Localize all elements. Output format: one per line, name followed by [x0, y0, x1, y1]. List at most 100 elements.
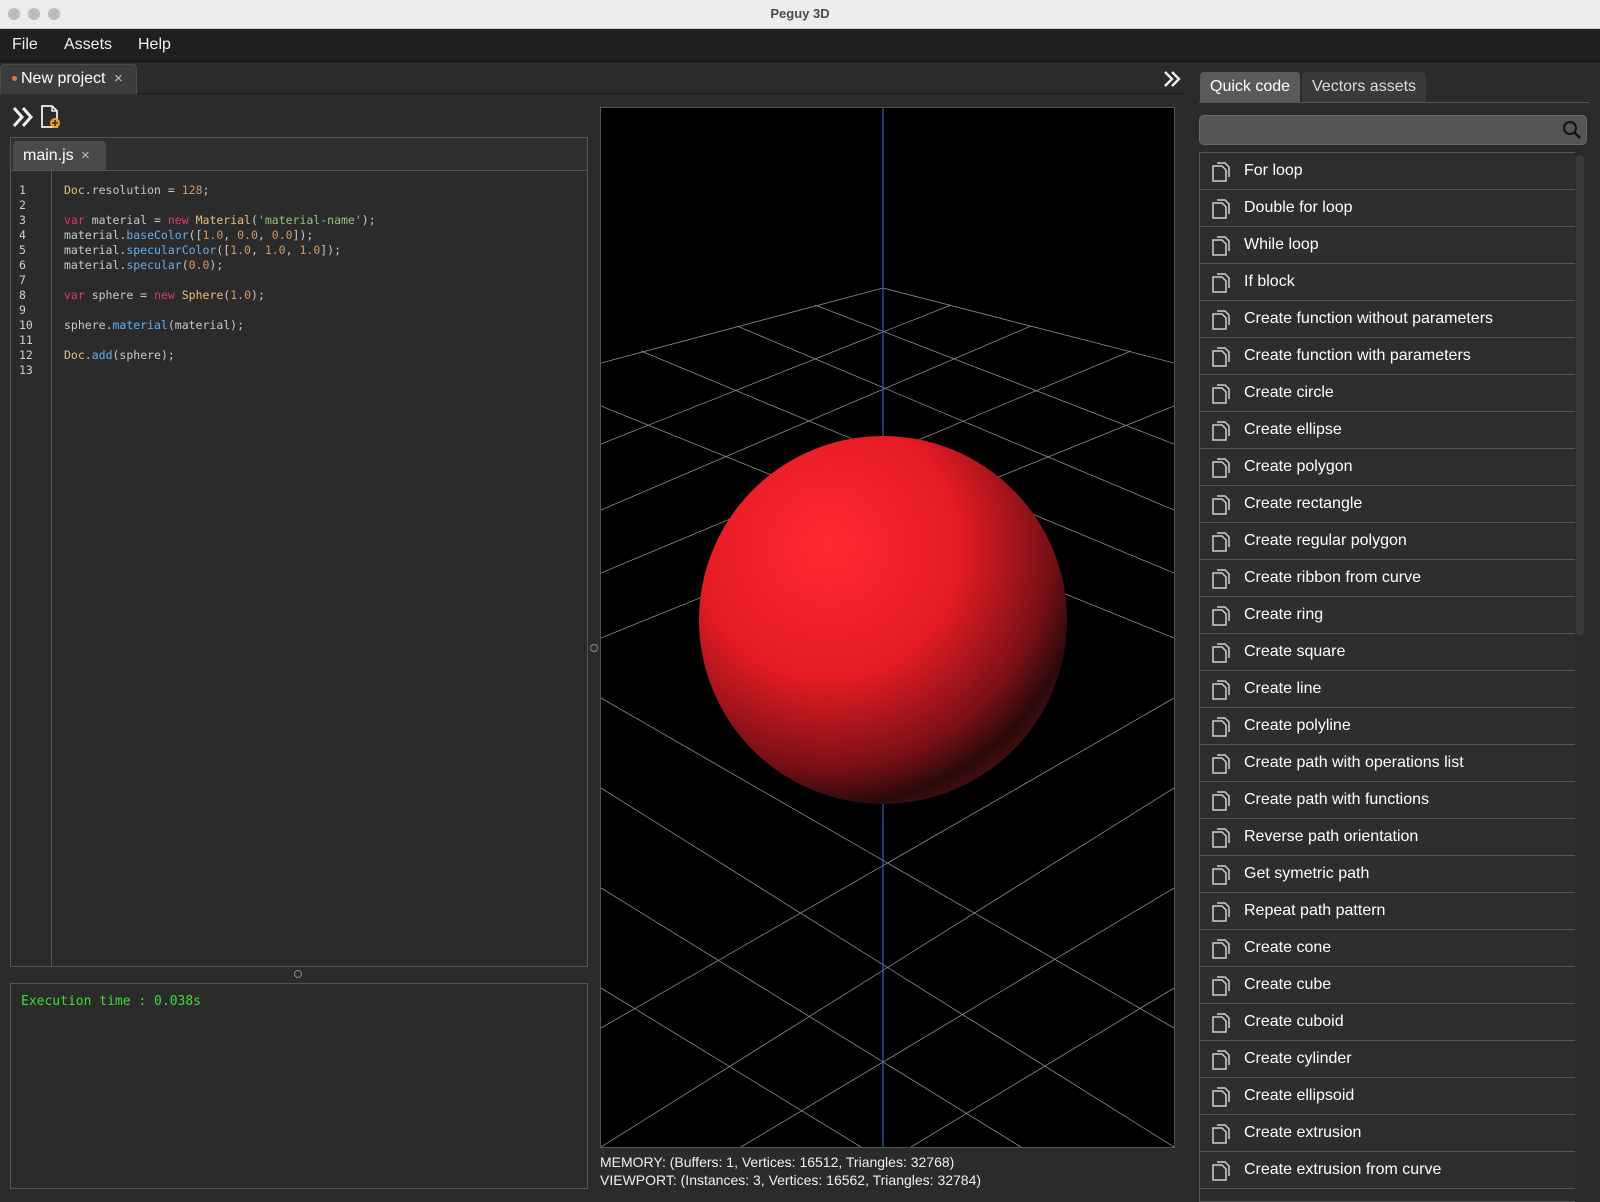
close-file-tab-icon[interactable]: × — [81, 141, 90, 170]
list-item-label: Create cuboid — [1244, 1013, 1344, 1030]
copy-icon — [1212, 421, 1230, 441]
list-item[interactable]: For loop — [1200, 153, 1575, 190]
copy-icon — [1212, 865, 1230, 885]
copy-icon — [1212, 384, 1230, 404]
list-item-label: Create extrusion from curve — [1244, 1161, 1442, 1178]
copy-icon — [1212, 1013, 1230, 1033]
list-item-label: Create cone — [1244, 939, 1332, 956]
list-item-label: Create function without parameters — [1244, 310, 1494, 327]
editor-viewport-splitter[interactable] — [590, 644, 598, 652]
run-icon[interactable] — [10, 104, 36, 130]
list-item-label: Create extrusion — [1244, 1124, 1362, 1141]
list-item[interactable]: Create cylinder — [1200, 1041, 1575, 1078]
tab-vectors-assets[interactable]: Vectors assets — [1302, 72, 1427, 102]
list-item-label: Create circle — [1244, 384, 1334, 401]
list-item-label: Create polyline — [1244, 717, 1351, 734]
list-item[interactable]: Create polyline — [1200, 708, 1575, 745]
tab-quick-code[interactable]: Quick code — [1200, 72, 1301, 102]
list-item[interactable]: Repeat path pattern — [1200, 893, 1575, 930]
snippet-list: For loop Double for loop While loop If b… — [1199, 152, 1575, 1202]
list-item[interactable]: Create ribbon from curve — [1200, 560, 1575, 597]
line-number: 4 — [19, 228, 26, 242]
list-item[interactable]: While loop — [1200, 227, 1575, 264]
list-item[interactable]: Create polygon — [1200, 449, 1575, 486]
list-item-label: Create cylinder — [1244, 1050, 1352, 1067]
list-item-label: Create function with parameters — [1244, 347, 1471, 364]
copy-icon — [1212, 199, 1230, 219]
list-item[interactable]: Create rectangle — [1200, 486, 1575, 523]
list-item-label: Create path with operations list — [1244, 754, 1464, 771]
editor-console-splitter[interactable] — [294, 970, 302, 978]
list-item[interactable]: Create function without parameters — [1200, 301, 1575, 338]
tab-divider — [1199, 102, 1589, 103]
list-item[interactable]: Create path with operations list — [1200, 745, 1575, 782]
copy-icon — [1212, 828, 1230, 848]
list-item-label: Create path with functions — [1244, 791, 1429, 808]
copy-icon — [1212, 1161, 1230, 1181]
list-item-label: Get symetric path — [1244, 865, 1370, 882]
list-item[interactable]: Create cuboid — [1200, 1004, 1575, 1041]
line-number: 7 — [19, 273, 26, 287]
list-item[interactable]: Create ring — [1200, 597, 1575, 634]
copy-icon — [1212, 569, 1230, 589]
menu-help[interactable]: Help — [138, 29, 171, 61]
list-item-label: Create ring — [1244, 606, 1324, 623]
file-tab-label: main.js — [23, 147, 74, 164]
menu-file[interactable]: File — [12, 29, 38, 61]
3d-viewport[interactable] — [600, 107, 1175, 1148]
list-item[interactable]: Create cone — [1200, 930, 1575, 967]
list-item[interactable]: Create extrusion — [1200, 1115, 1575, 1152]
list-item-label: Create rectangle — [1244, 495, 1363, 512]
list-item[interactable]: Create regular polygon — [1200, 523, 1575, 560]
console-output: Execution time : 0.038s — [10, 983, 588, 1189]
snippet-list-scrollbar[interactable] — [1576, 155, 1584, 635]
search-input[interactable] — [1199, 115, 1587, 145]
copy-icon — [1212, 347, 1230, 367]
copy-icon — [1212, 902, 1230, 922]
list-item[interactable]: Create path with functions — [1200, 782, 1575, 819]
menu-assets[interactable]: Assets — [64, 29, 112, 61]
line-number: 9 — [19, 303, 26, 317]
code-editor: main.js × 1 2 3 4 5 6 7 8 9 10 11 12 13 … — [10, 137, 588, 967]
list-item[interactable]: Create ellipse — [1200, 412, 1575, 449]
list-item[interactable]: Create line — [1200, 671, 1575, 708]
code-line-10: sphere.material(material); — [64, 318, 245, 332]
list-item[interactable]: Double for loop — [1200, 190, 1575, 227]
list-item-label: Create regular polygon — [1244, 532, 1407, 549]
list-item-label: Reverse path orientation — [1244, 828, 1419, 845]
copy-icon — [1212, 643, 1230, 663]
list-item[interactable]: Create cube — [1200, 967, 1575, 1004]
list-item-label: If block — [1244, 273, 1295, 290]
line-number: 6 — [19, 258, 26, 272]
tab-main-js[interactable]: main.js × — [13, 141, 106, 170]
tab-label: New project — [21, 70, 106, 87]
list-item-label: Create ellipsoid — [1244, 1087, 1355, 1104]
close-tab-icon[interactable]: × — [114, 65, 123, 92]
line-number: 11 — [19, 333, 33, 347]
copy-icon — [1212, 458, 1230, 478]
list-item[interactable]: Create ellipsoid — [1200, 1078, 1575, 1115]
red-sphere — [699, 436, 1067, 804]
list-item-label: Create ribbon from curve — [1244, 569, 1421, 586]
tab-new-project[interactable]: New project × — [0, 64, 137, 94]
code-line-12: Doc.add(sphere); — [64, 348, 175, 362]
list-item-label: For loop — [1244, 162, 1303, 179]
collapse-panel-icon[interactable] — [1161, 68, 1183, 90]
copy-icon — [1212, 791, 1230, 811]
list-item[interactable]: Create extrusion from curve — [1200, 1152, 1575, 1189]
copy-icon — [1212, 1050, 1230, 1070]
project-tab-strip — [0, 62, 1186, 94]
list-item[interactable]: Create square — [1200, 634, 1575, 671]
list-item[interactable]: Get symetric path — [1200, 856, 1575, 893]
new-file-icon[interactable] — [38, 104, 64, 130]
list-item[interactable]: Create function with parameters — [1200, 338, 1575, 375]
list-item-label: Repeat path pattern — [1244, 902, 1386, 919]
code-text-area[interactable]: Doc.resolution = 128; var material = new… — [52, 171, 587, 966]
search-icon[interactable] — [1562, 120, 1582, 140]
viewport-stats: VIEWPORT: (Instances: 3, Vertices: 16562… — [600, 1172, 982, 1188]
title-bar: Peguy 3D — [0, 0, 1600, 29]
list-item[interactable]: If block — [1200, 264, 1575, 301]
list-item[interactable]: Reverse path orientation — [1200, 819, 1575, 856]
list-item[interactable]: Create circle — [1200, 375, 1575, 412]
line-number: 3 — [19, 213, 26, 227]
